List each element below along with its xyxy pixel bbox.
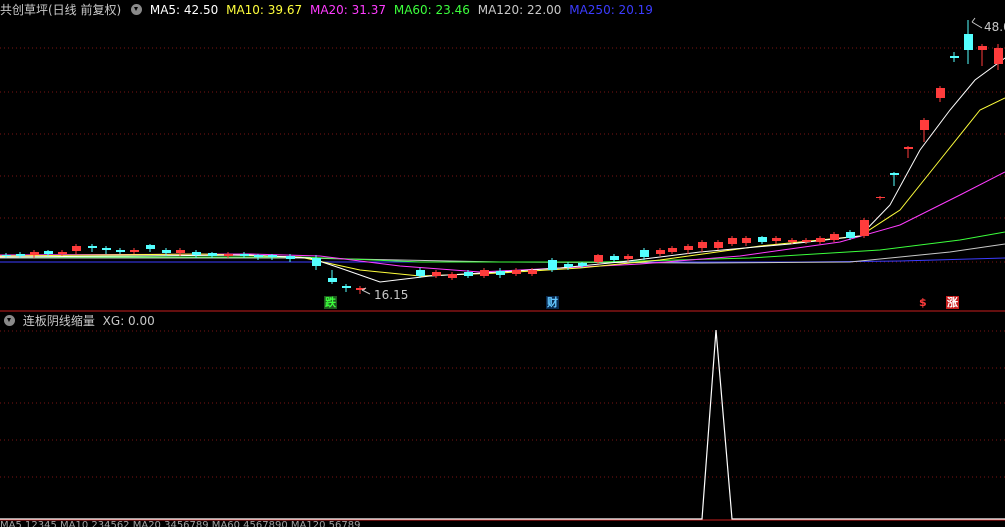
candle-down bbox=[192, 252, 201, 255]
candle-down bbox=[2, 255, 11, 256]
candle-up bbox=[624, 256, 633, 259]
candle-down bbox=[758, 237, 767, 242]
candle-down bbox=[254, 255, 263, 257]
candle-up bbox=[728, 238, 737, 244]
candle-up bbox=[130, 250, 139, 252]
candle-up bbox=[512, 270, 521, 274]
candle-down bbox=[240, 254, 249, 256]
high-price-marker: 48.0 bbox=[984, 20, 1005, 34]
candle-up bbox=[714, 242, 723, 248]
candle-down bbox=[208, 253, 217, 256]
candle-up bbox=[830, 234, 839, 240]
candle-up bbox=[528, 270, 537, 274]
candle-up bbox=[788, 240, 797, 242]
candle-down bbox=[950, 56, 959, 58]
sub-indicator-toggle-icon[interactable] bbox=[4, 315, 15, 326]
low-price-marker: 16.15 bbox=[374, 288, 409, 302]
candle-down bbox=[610, 256, 619, 260]
candle-up bbox=[176, 250, 185, 253]
candle-up bbox=[876, 197, 885, 198]
candle-down bbox=[342, 286, 351, 288]
candle-up bbox=[742, 238, 751, 243]
event-tag-finance[interactable]: 财 bbox=[546, 296, 559, 309]
candle-up bbox=[58, 252, 67, 254]
candle-up bbox=[978, 46, 987, 50]
candle-down bbox=[416, 270, 425, 276]
candle-up bbox=[860, 220, 869, 236]
candle-down bbox=[116, 250, 125, 252]
candle-down bbox=[146, 245, 155, 249]
candle-down bbox=[564, 264, 573, 267]
ma10-line bbox=[0, 97, 1005, 277]
candle-up bbox=[72, 246, 81, 251]
candle-up bbox=[448, 274, 457, 278]
candle-down bbox=[640, 250, 649, 257]
candle-up bbox=[30, 252, 39, 255]
xg-signal-line bbox=[0, 329, 1005, 520]
candle-up bbox=[594, 255, 603, 262]
event-tag-dollar[interactable]: $ bbox=[918, 296, 928, 309]
candle-down bbox=[464, 272, 473, 276]
candle-down bbox=[102, 248, 111, 250]
candle-down bbox=[162, 250, 171, 253]
candle-down bbox=[496, 271, 505, 275]
candle-down bbox=[328, 278, 337, 282]
candle-up bbox=[994, 48, 1003, 64]
bottom-status-bar: MA5 12345 MA10 234562 MA20 3456789 MA60 … bbox=[0, 521, 361, 527]
candle-up bbox=[936, 88, 945, 98]
candle-up bbox=[772, 238, 781, 241]
candle-up bbox=[480, 270, 489, 276]
candle-up bbox=[816, 238, 825, 242]
xg-value-label: XG: 0.00 bbox=[102, 314, 155, 328]
kline-chart[interactable] bbox=[0, 0, 1005, 527]
sub-pane-header: 连板阴线缩量 XG: 0.00 bbox=[0, 311, 159, 331]
candle-down bbox=[44, 251, 53, 254]
candle-down bbox=[548, 260, 557, 270]
event-tag-fall[interactable]: 跌 bbox=[324, 296, 337, 309]
candle-up bbox=[904, 147, 913, 149]
candle-up bbox=[224, 254, 233, 256]
candle-up bbox=[802, 240, 811, 242]
event-tag-rise[interactable]: 涨 bbox=[946, 296, 959, 309]
candle-up bbox=[668, 248, 677, 252]
candle-down bbox=[964, 34, 973, 50]
high-marker-arrow bbox=[971, 17, 983, 29]
candle-up bbox=[698, 242, 707, 248]
candle-up bbox=[656, 250, 665, 254]
candle-up bbox=[432, 272, 441, 276]
candle-down bbox=[16, 254, 25, 256]
candle-down bbox=[88, 246, 97, 248]
candle-down bbox=[846, 232, 855, 238]
candle-down bbox=[890, 173, 899, 175]
candle-up bbox=[684, 246, 693, 250]
candle-down bbox=[268, 255, 277, 257]
candle-down bbox=[312, 258, 321, 266]
sub-indicator-title: 连板阴线缩量 bbox=[22, 314, 95, 328]
candle-up bbox=[920, 120, 929, 130]
low-marker-arrow bbox=[361, 287, 371, 295]
candle-down bbox=[578, 263, 587, 266]
candle-down bbox=[286, 256, 295, 259]
